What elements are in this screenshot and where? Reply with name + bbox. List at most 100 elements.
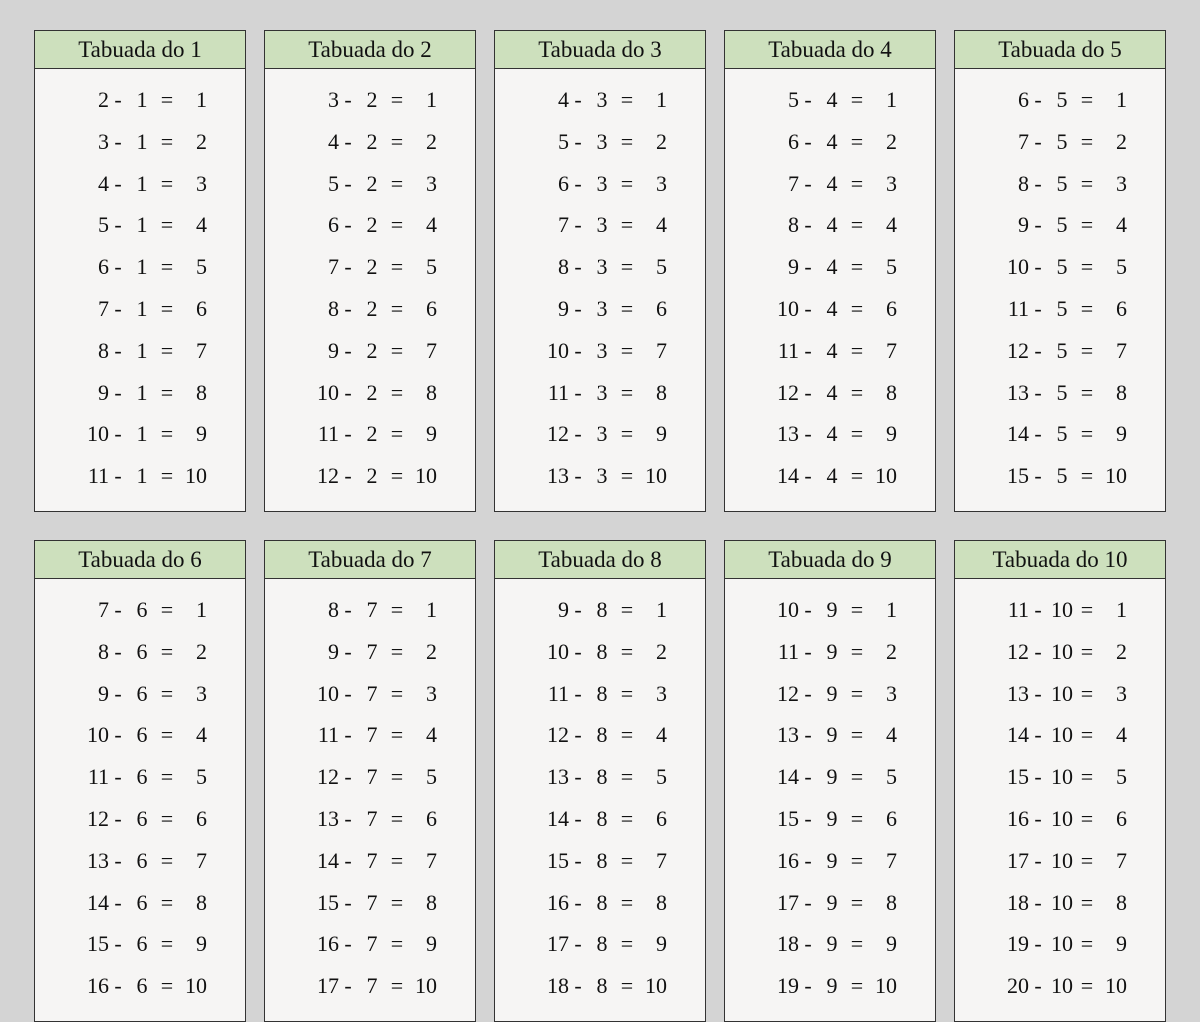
table-row: 2-1=1 (43, 79, 237, 121)
minus-sign: - (569, 882, 587, 924)
equals-sign: = (157, 163, 177, 205)
table-row: 14-7=7 (273, 840, 467, 882)
equals-sign: = (387, 798, 407, 840)
difference: 2 (637, 631, 667, 673)
minus-sign: - (1029, 882, 1047, 924)
subtrahend: 10 (1047, 673, 1077, 715)
difference: 4 (637, 714, 667, 756)
equals-sign: = (617, 882, 637, 924)
table-card-2: Tabuada do 23-2=14-2=25-2=36-2=47-2=58-2… (264, 30, 476, 512)
equals-sign: = (157, 882, 177, 924)
minuend: 17 (533, 923, 569, 965)
difference: 3 (867, 163, 897, 205)
minus-sign: - (339, 413, 357, 455)
minus-sign: - (569, 79, 587, 121)
minus-sign: - (569, 589, 587, 631)
subtrahend: 7 (357, 589, 387, 631)
difference: 3 (867, 673, 897, 715)
table-row: 7-2=5 (273, 246, 467, 288)
difference: 8 (1097, 372, 1127, 414)
minus-sign: - (339, 798, 357, 840)
minus-sign: - (569, 923, 587, 965)
subtrahend: 4 (817, 413, 847, 455)
difference: 10 (867, 965, 897, 1007)
equals-sign: = (1077, 121, 1097, 163)
subtrahend: 1 (127, 288, 157, 330)
equals-sign: = (1077, 246, 1097, 288)
difference: 10 (1097, 455, 1127, 497)
minuend: 12 (763, 372, 799, 414)
subtrahend: 6 (127, 798, 157, 840)
minus-sign: - (339, 204, 357, 246)
subtrahend: 4 (817, 330, 847, 372)
minuend: 10 (73, 413, 109, 455)
table-title: Tabuada do 5 (955, 31, 1165, 69)
subtrahend: 2 (357, 163, 387, 205)
table-row: 11-7=4 (273, 714, 467, 756)
subtrahend: 8 (587, 714, 617, 756)
minuend: 9 (533, 589, 569, 631)
difference: 5 (177, 246, 207, 288)
difference: 1 (867, 79, 897, 121)
equals-sign: = (1077, 923, 1097, 965)
minuend: 2 (73, 79, 109, 121)
equals-sign: = (157, 455, 177, 497)
equals-sign: = (847, 79, 867, 121)
minus-sign: - (109, 756, 127, 798)
difference: 5 (867, 246, 897, 288)
minus-sign: - (1029, 413, 1047, 455)
minus-sign: - (799, 589, 817, 631)
minuend: 15 (993, 455, 1029, 497)
difference: 10 (177, 455, 207, 497)
table-title: Tabuada do 1 (35, 31, 245, 69)
difference: 9 (867, 923, 897, 965)
minuend: 14 (303, 840, 339, 882)
minus-sign: - (799, 798, 817, 840)
equals-sign: = (847, 882, 867, 924)
minuend: 6 (993, 79, 1029, 121)
equals-sign: = (617, 372, 637, 414)
minuend: 3 (303, 79, 339, 121)
difference: 4 (177, 204, 207, 246)
subtrahend: 2 (357, 246, 387, 288)
difference: 9 (637, 413, 667, 455)
equals-sign: = (847, 455, 867, 497)
minuend: 14 (533, 798, 569, 840)
table-row: 8-7=1 (273, 589, 467, 631)
subtrahend: 1 (127, 121, 157, 163)
minus-sign: - (109, 923, 127, 965)
minus-sign: - (109, 589, 127, 631)
minuend: 6 (303, 204, 339, 246)
table-row: 4-1=3 (43, 163, 237, 205)
table-row: 12-6=6 (43, 798, 237, 840)
difference: 8 (637, 882, 667, 924)
table-row: 6-2=4 (273, 204, 467, 246)
equals-sign: = (157, 714, 177, 756)
difference: 8 (637, 372, 667, 414)
difference: 10 (407, 455, 437, 497)
difference: 7 (407, 330, 437, 372)
minus-sign: - (799, 79, 817, 121)
minuend: 18 (993, 882, 1029, 924)
difference: 9 (177, 413, 207, 455)
subtrahend: 6 (127, 840, 157, 882)
difference: 2 (637, 121, 667, 163)
subtrahend: 3 (587, 372, 617, 414)
subtrahend: 9 (817, 631, 847, 673)
table-row: 11-1=10 (43, 455, 237, 497)
minuend: 9 (993, 204, 1029, 246)
minus-sign: - (339, 923, 357, 965)
equals-sign: = (617, 589, 637, 631)
subtrahend: 4 (817, 121, 847, 163)
difference: 5 (867, 756, 897, 798)
minus-sign: - (339, 330, 357, 372)
table-row: 11-9=2 (733, 631, 927, 673)
table-row: 4-2=2 (273, 121, 467, 163)
equals-sign: = (1077, 455, 1097, 497)
table-row: 13-6=7 (43, 840, 237, 882)
minuend: 8 (303, 288, 339, 330)
minuend: 17 (303, 965, 339, 1007)
subtrahend: 6 (127, 882, 157, 924)
difference: 7 (637, 840, 667, 882)
minus-sign: - (799, 121, 817, 163)
